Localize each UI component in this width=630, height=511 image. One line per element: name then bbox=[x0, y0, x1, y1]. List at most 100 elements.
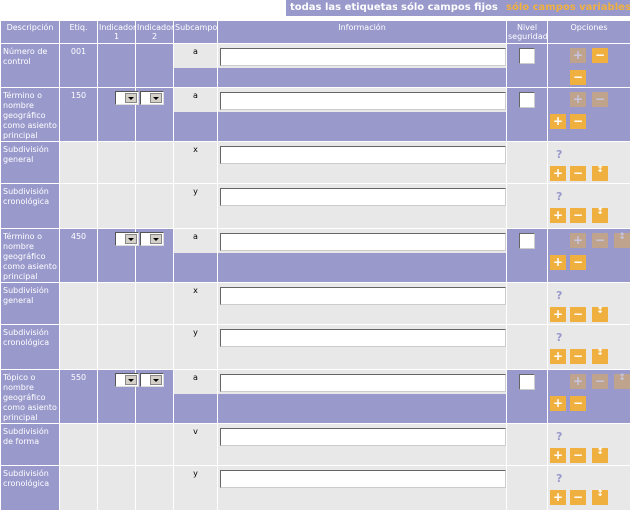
add-subfield-button[interactable]: + bbox=[550, 114, 566, 129]
indicator-2-cell bbox=[136, 466, 173, 510]
security-level-cell bbox=[507, 283, 547, 324]
add-field-button[interactable]: + bbox=[570, 233, 586, 248]
move-subfield-button[interactable]: ↕ bbox=[592, 307, 608, 322]
options-cell: ? + − + − bbox=[548, 88, 630, 141]
remove-subfield-button[interactable]: − bbox=[570, 114, 586, 129]
field-tag bbox=[60, 184, 97, 228]
information-input[interactable] bbox=[220, 470, 506, 488]
information-input[interactable] bbox=[220, 92, 506, 110]
table-row: Término o nombre geográfico como asiento… bbox=[1, 88, 630, 141]
dropdown-arrow-icon bbox=[150, 234, 162, 244]
remove-subfield-button[interactable]: − bbox=[570, 490, 586, 505]
remove-field-button[interactable]: − bbox=[592, 48, 608, 63]
help-icon[interactable]: ? bbox=[556, 430, 562, 443]
remove-field-button[interactable]: − bbox=[592, 92, 608, 107]
remove-subfield-button[interactable]: − bbox=[570, 255, 586, 270]
subfield-code: y bbox=[174, 325, 217, 369]
security-level-cell bbox=[507, 466, 547, 510]
remove-subfield-button[interactable]: − bbox=[570, 208, 586, 223]
move-subfield-button[interactable]: ↕ bbox=[592, 166, 608, 181]
subfield-code: a bbox=[174, 88, 217, 141]
add-subfield-button[interactable]: + bbox=[550, 448, 566, 463]
security-level-checkbox[interactable] bbox=[519, 374, 535, 390]
security-level-cell bbox=[507, 424, 547, 465]
help-icon[interactable]: ? bbox=[556, 289, 562, 302]
information-input[interactable] bbox=[220, 428, 506, 446]
field-description: Número de control bbox=[1, 44, 59, 87]
indicator-2-select[interactable] bbox=[140, 91, 164, 105]
help-icon[interactable]: ? bbox=[556, 376, 562, 389]
table-row: Subdivisión cronológica y? + − ↕ bbox=[1, 325, 630, 369]
information-input[interactable] bbox=[220, 329, 506, 347]
tab-variable-fields[interactable]: sólo campos variables bbox=[502, 0, 630, 16]
help-icon[interactable]: ? bbox=[556, 331, 562, 344]
indicator-2-select[interactable] bbox=[140, 232, 164, 246]
subfield-code: y bbox=[174, 184, 217, 228]
indicator-2-select[interactable] bbox=[140, 373, 164, 387]
field-description: Subdivisión cronológica bbox=[1, 466, 59, 510]
table-row: Subdivisión de forma v? + − ↕ bbox=[1, 424, 630, 465]
help-icon[interactable]: ? bbox=[556, 50, 562, 63]
help-icon[interactable]: ? bbox=[556, 190, 562, 203]
add-field-button[interactable]: + bbox=[570, 374, 586, 389]
tab-fixed-fields[interactable]: sólo campos fijos bbox=[397, 0, 502, 16]
information-input[interactable] bbox=[220, 233, 506, 251]
information-input[interactable] bbox=[220, 374, 506, 392]
marc-field-table: Descripción Etiq. Indicador 1 Indicador … bbox=[0, 20, 630, 511]
add-subfield-button[interactable]: + bbox=[550, 255, 566, 270]
information-input[interactable] bbox=[220, 287, 506, 305]
dropdown-arrow-icon bbox=[125, 93, 137, 103]
move-subfield-button[interactable]: ↕ bbox=[592, 208, 608, 223]
remove-field-button[interactable]: − bbox=[592, 233, 608, 248]
add-subfield-button[interactable]: + bbox=[550, 166, 566, 181]
move-subfield-button[interactable]: ↕ bbox=[592, 349, 608, 364]
options-cell: ? + − ↕ bbox=[548, 142, 630, 183]
col-header-tag: Etiq. bbox=[60, 21, 97, 43]
remove-subfield-button[interactable]: − bbox=[570, 307, 586, 322]
remove-subfield-button[interactable]: − bbox=[570, 349, 586, 364]
remove-subfield-button[interactable]: − bbox=[570, 396, 586, 411]
add-subfield-button[interactable]: + bbox=[550, 490, 566, 505]
options-cell: ? + − ↕ + − bbox=[548, 229, 630, 282]
add-field-button[interactable]: + bbox=[570, 48, 586, 63]
help-icon[interactable]: ? bbox=[556, 94, 562, 107]
remove-subfield-button[interactable]: − bbox=[570, 448, 586, 463]
indicator-1-select[interactable] bbox=[115, 91, 139, 105]
indicator-2-cell bbox=[136, 424, 173, 465]
help-icon[interactable]: ? bbox=[556, 148, 562, 161]
help-icon[interactable]: ? bbox=[556, 472, 562, 485]
remove-field-button[interactable]: − bbox=[592, 374, 608, 389]
information-input[interactable] bbox=[220, 146, 506, 164]
information-cell bbox=[218, 44, 506, 87]
col-header-subfield: Subcampo bbox=[174, 21, 217, 43]
field-description: Término o nombre geográfico como asiento… bbox=[1, 88, 59, 141]
indicator-1-select[interactable] bbox=[115, 373, 139, 387]
add-subfield-button[interactable]: + bbox=[550, 208, 566, 223]
move-subfield-button[interactable]: ↕ bbox=[592, 490, 608, 505]
information-cell bbox=[218, 283, 506, 324]
remove-subfield-button[interactable]: − bbox=[570, 166, 586, 181]
security-level-cell bbox=[507, 44, 547, 87]
add-subfield-button[interactable]: + bbox=[550, 396, 566, 411]
options-cell: ? + − ↕ bbox=[548, 283, 630, 324]
add-subfield-button[interactable]: + bbox=[550, 307, 566, 322]
field-tag bbox=[60, 325, 97, 369]
move-field-button[interactable]: ↕ bbox=[614, 233, 630, 248]
remove-subfield-button[interactable]: − bbox=[570, 70, 586, 85]
security-level-checkbox[interactable] bbox=[519, 48, 535, 64]
field-description: Subdivisión cronológica bbox=[1, 184, 59, 228]
tab-all-tags[interactable]: todas las etiquetas bbox=[286, 0, 403, 16]
security-level-checkbox[interactable] bbox=[519, 233, 535, 249]
information-input[interactable] bbox=[220, 48, 506, 66]
information-input[interactable] bbox=[220, 188, 506, 206]
add-field-button[interactable]: + bbox=[570, 92, 586, 107]
indicator-2-cell bbox=[136, 44, 173, 87]
move-subfield-button[interactable]: ↕ bbox=[592, 448, 608, 463]
security-level-checkbox[interactable] bbox=[519, 92, 535, 108]
help-icon[interactable]: ? bbox=[556, 235, 562, 248]
information-cell bbox=[218, 424, 506, 465]
field-tag: 450 bbox=[60, 229, 97, 282]
move-field-button[interactable]: ↕ bbox=[614, 374, 630, 389]
indicator-1-select[interactable] bbox=[115, 232, 139, 246]
add-subfield-button[interactable]: + bbox=[550, 349, 566, 364]
